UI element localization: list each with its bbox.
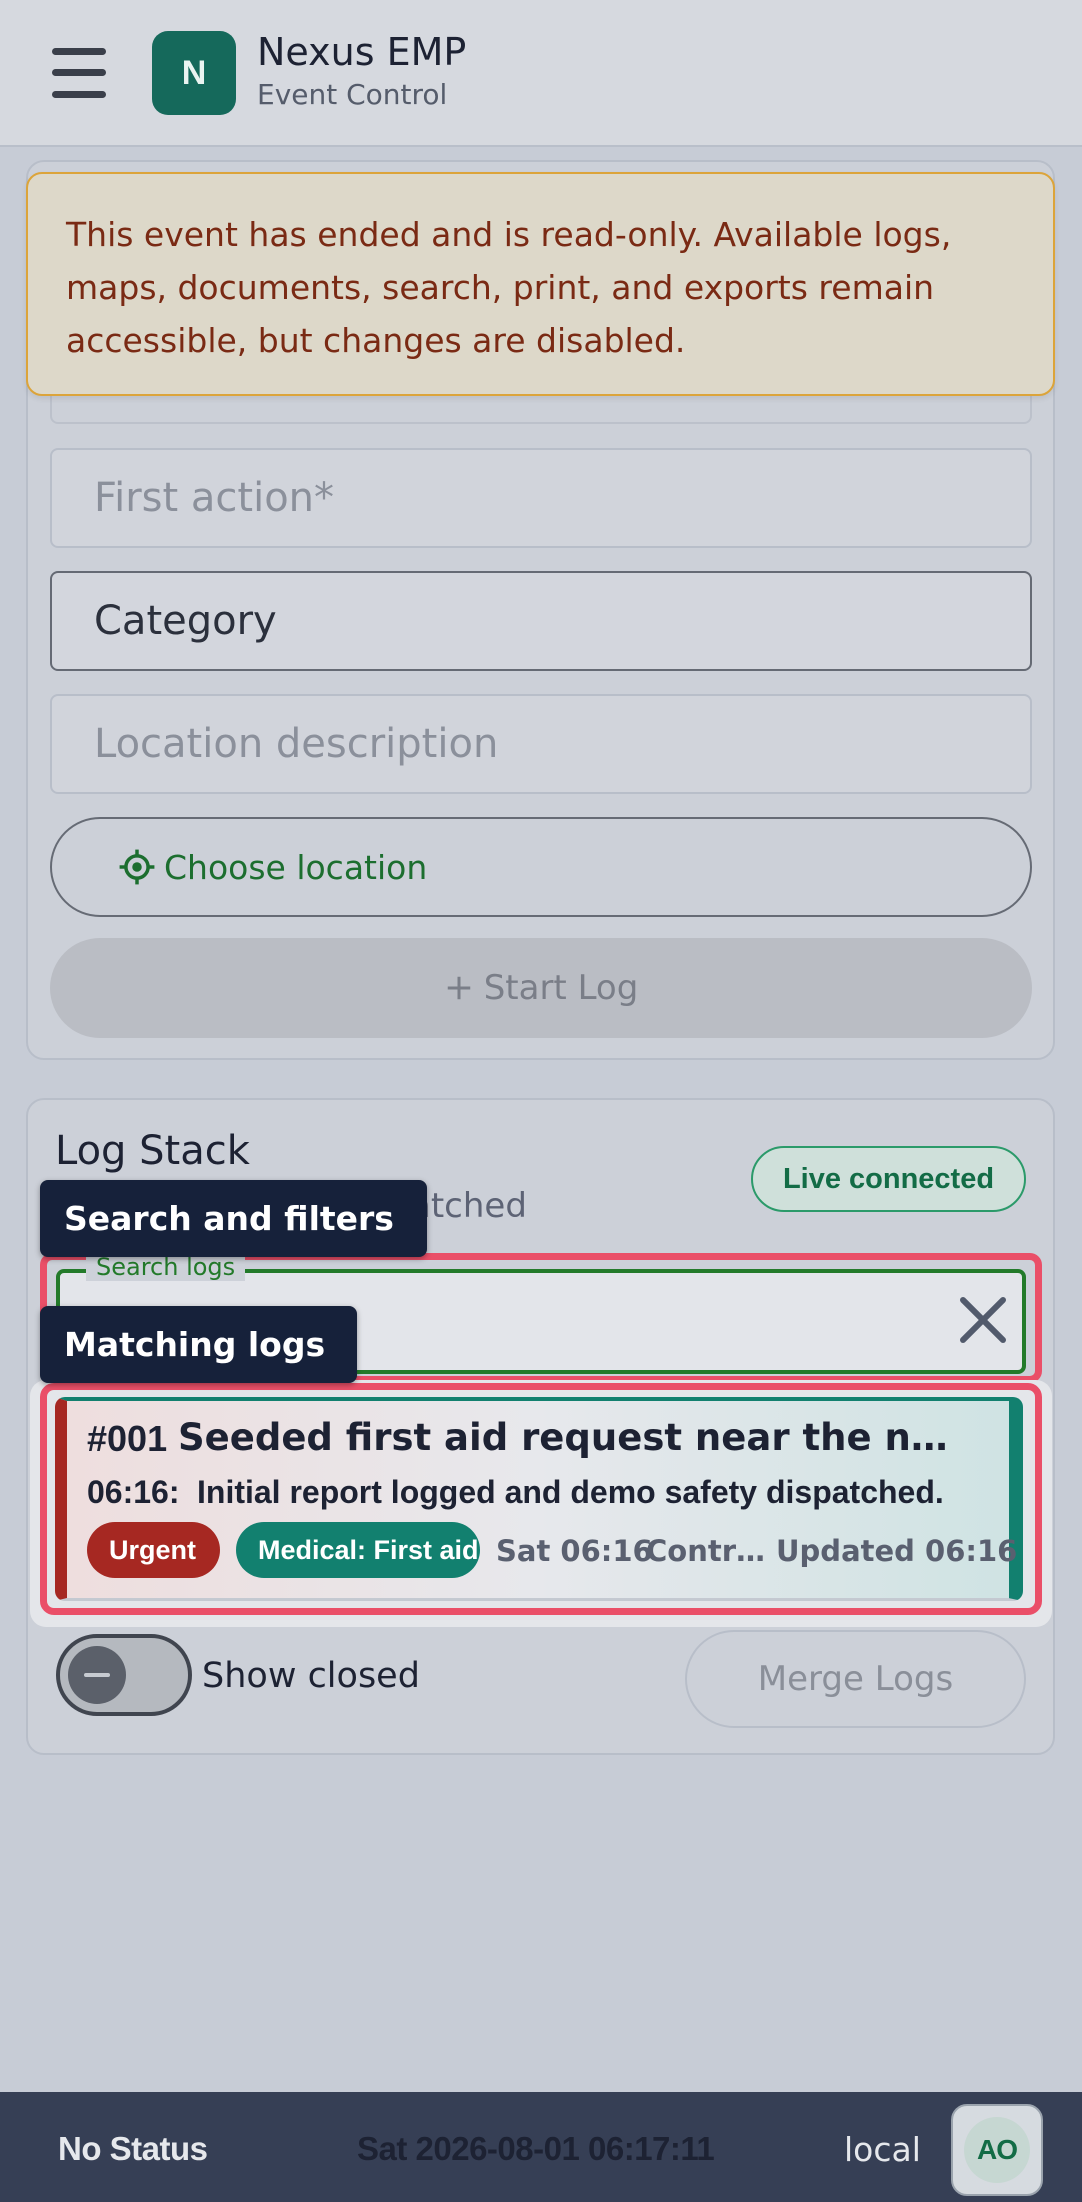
- app-subtitle: Event Control: [257, 78, 448, 111]
- user-avatar-button[interactable]: AO: [951, 2104, 1043, 2196]
- start-log-button[interactable]: Start Log: [50, 938, 1032, 1038]
- plus-icon: [447, 976, 470, 1000]
- location-description-field[interactable]: Location description: [50, 694, 1032, 794]
- log-stack-title: Log Stack: [55, 1128, 250, 1174]
- log-updated: Updated 06:16: [776, 1534, 1018, 1568]
- log-owner: Contr…: [646, 1534, 766, 1568]
- location-target-icon: [119, 849, 155, 885]
- log-stack-subtitle: atched: [410, 1186, 527, 1226]
- read-only-banner: This event has ended and is read-only. A…: [26, 172, 1055, 396]
- show-closed-label: Show closed: [202, 1656, 420, 1696]
- log-entry-description: Initial report logged and demo safety di…: [197, 1474, 944, 1510]
- live-status-badge: Live connected: [751, 1146, 1026, 1212]
- app-logo: N: [152, 31, 236, 115]
- choose-location-label: Choose location: [164, 847, 428, 887]
- app-title: Nexus EMP: [257, 30, 467, 74]
- log-date: Sat 06:16: [496, 1534, 653, 1568]
- toggle-knob: [68, 1646, 126, 1704]
- category-badge: Medical: First aid: [236, 1522, 480, 1578]
- log-title[interactable]: Seeded first aid request near the north …: [178, 1416, 968, 1459]
- start-log-label: Start Log: [483, 968, 639, 1008]
- tooltip-search-filters: Search and filters: [40, 1180, 427, 1257]
- clock-text: Sat 2026-08-01 06:17:11: [357, 2130, 715, 2167]
- search-label: Search logs: [86, 1253, 246, 1281]
- tooltip-matching-logs: Matching logs: [40, 1306, 357, 1383]
- log-entry-time: 06:16:: [87, 1474, 180, 1510]
- hamburger-menu-icon[interactable]: [52, 48, 106, 98]
- priority-badge: Urgent: [87, 1522, 220, 1578]
- log-number: #001: [87, 1418, 168, 1459]
- choose-location-button[interactable]: Choose location: [50, 817, 1032, 917]
- show-closed-toggle[interactable]: [56, 1634, 192, 1716]
- close-icon[interactable]: [955, 1292, 1011, 1348]
- first-action-field[interactable]: First action*: [50, 448, 1032, 548]
- mode-text: local: [844, 2130, 921, 2169]
- status-text[interactable]: No Status: [58, 2130, 208, 2168]
- category-select[interactable]: Category: [50, 571, 1032, 671]
- avatar: AO: [964, 2117, 1030, 2183]
- app-header: N Nexus EMP Event Control: [0, 0, 1082, 147]
- merge-logs-button[interactable]: Merge Logs: [685, 1630, 1026, 1728]
